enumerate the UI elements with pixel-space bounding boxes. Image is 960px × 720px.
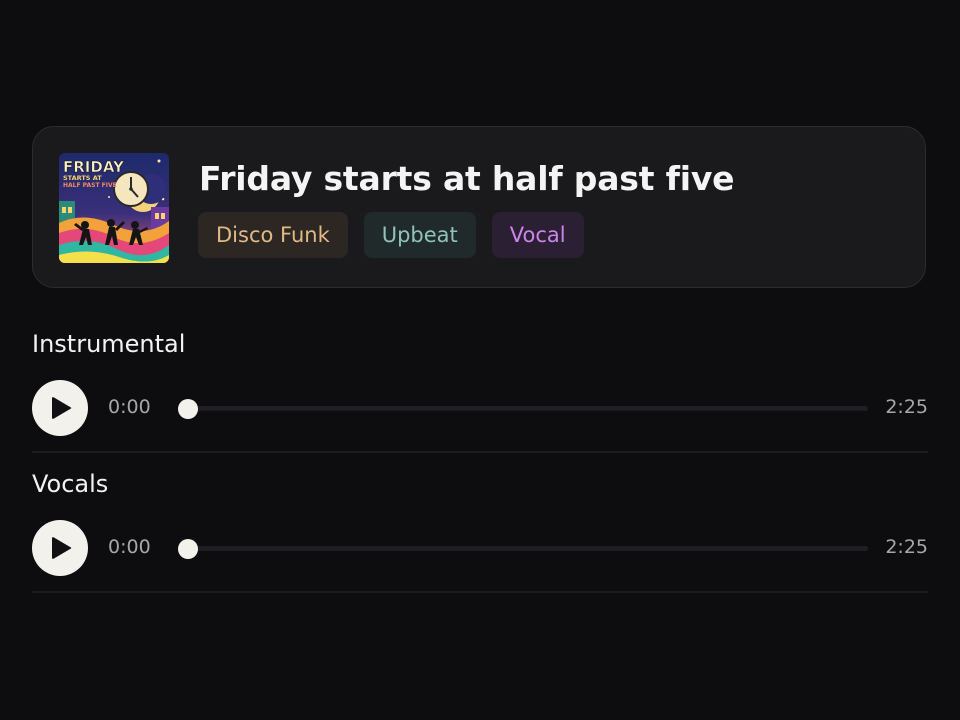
- track-duration: 2:25: [885, 396, 928, 418]
- tag-list: Disco Funk Upbeat Vocal: [198, 212, 584, 258]
- tag-type[interactable]: Vocal: [491, 212, 584, 258]
- seek-bar[interactable]: [178, 398, 868, 419]
- cover-subtitle-text: STARTS AT: [63, 174, 102, 182]
- play-icon: [52, 537, 72, 559]
- tag-mood[interactable]: Upbeat: [363, 212, 476, 258]
- seek-bar-thumb[interactable]: [178, 538, 198, 559]
- track-duration: 2:25: [885, 536, 928, 558]
- track-instrumental: Instrumental 0:00 2:25: [32, 313, 928, 453]
- song-title: Friday starts at half past five: [199, 159, 735, 198]
- track-vocals: Vocals 0:00 2:25: [32, 453, 928, 593]
- track-label: Vocals: [32, 470, 109, 498]
- current-time: 0:00: [108, 536, 151, 558]
- seek-bar-thumb[interactable]: [178, 398, 198, 419]
- page: FRIDAY STARTS AT HALF PAST FIVE Friday s…: [0, 0, 960, 720]
- cover-subtitle-text-2: HALF PAST FIVE: [63, 182, 117, 189]
- current-time: 0:00: [108, 396, 151, 418]
- play-button[interactable]: [32, 520, 88, 576]
- play-button[interactable]: [32, 380, 88, 436]
- song-card: FRIDAY STARTS AT HALF PAST FIVE Friday s…: [32, 126, 926, 288]
- track-label: Instrumental: [32, 330, 186, 358]
- play-icon: [52, 397, 72, 419]
- seek-bar[interactable]: [178, 538, 868, 559]
- tag-genre[interactable]: Disco Funk: [198, 212, 348, 258]
- album-cover: FRIDAY STARTS AT HALF PAST FIVE: [59, 153, 169, 263]
